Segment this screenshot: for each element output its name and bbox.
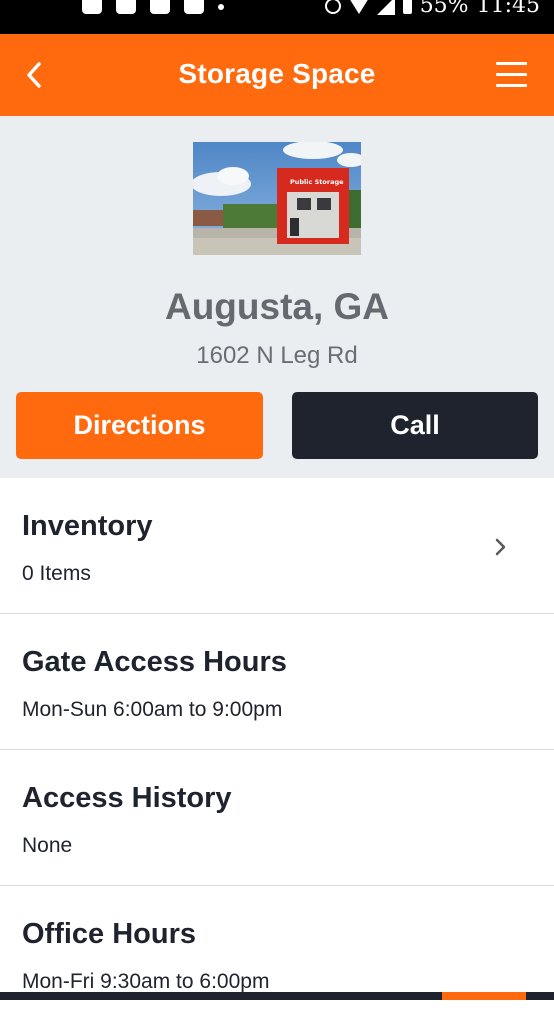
inventory-title: Inventory	[22, 510, 153, 542]
system-icons: 55% 11:45	[324, 0, 540, 18]
news-icon	[184, 0, 204, 14]
inventory-row[interactable]: Inventory 0 Items	[0, 478, 554, 614]
clock: 11:45	[476, 0, 540, 18]
chevron-right-icon	[495, 538, 506, 556]
office-hours-value: Mon-Fri 9:30am to 6:00pm	[22, 970, 270, 993]
gate-access-hours-value: Mon-Sun 6:00am to 9:00pm	[22, 698, 283, 721]
location-address: 1602 N Leg Rd	[196, 342, 358, 369]
storage-sign: Public Storage	[290, 178, 344, 186]
office-hours-row: Office Hours Mon-Fri 9:30am to 6:00pm	[0, 886, 554, 1022]
access-history-value: None	[22, 834, 73, 857]
facility-photo: Public Storage	[193, 142, 361, 255]
gate-access-hours-title: Gate Access Hours	[22, 646, 287, 678]
inventory-count: 0 Items	[22, 562, 91, 585]
tiktok-icon	[82, 0, 102, 14]
hamburger-menu-icon	[496, 62, 527, 65]
page-title: Storage Space	[178, 58, 376, 89]
location-city: Augusta, GA	[164, 286, 390, 327]
battery-icon	[402, 0, 412, 14]
battery-level: 55%	[419, 0, 469, 18]
office-hours-title: Office Hours	[22, 918, 197, 950]
more-notifications-icon	[218, 4, 224, 10]
call-button[interactable]: Call	[292, 392, 538, 459]
directions-button[interactable]: Directions	[16, 392, 263, 459]
app-header: Storage Space	[0, 34, 554, 116]
notification-icons	[82, 0, 224, 14]
menu-button[interactable]	[496, 60, 530, 90]
info-list: Inventory 0 Items Gate Access Hours Mon-…	[0, 478, 554, 1022]
bottom-bar	[0, 992, 554, 1000]
wifi-icon	[348, 0, 369, 14]
gate-access-hours-row: Gate Access Hours Mon-Sun 6:00am to 9:00…	[0, 614, 554, 750]
bottom-bar-accent	[442, 992, 526, 1000]
news-icon	[150, 0, 170, 14]
access-history-row: Access History None	[0, 750, 554, 886]
status-bar: 55% 11:45	[0, 0, 554, 34]
printer-icon	[116, 0, 136, 14]
signal-icon	[376, 0, 395, 15]
data-saver-icon	[324, 0, 341, 14]
location-panel: Public Storage Augusta, GA 1602 N Leg Rd…	[0, 116, 554, 478]
access-history-title: Access History	[22, 782, 232, 814]
